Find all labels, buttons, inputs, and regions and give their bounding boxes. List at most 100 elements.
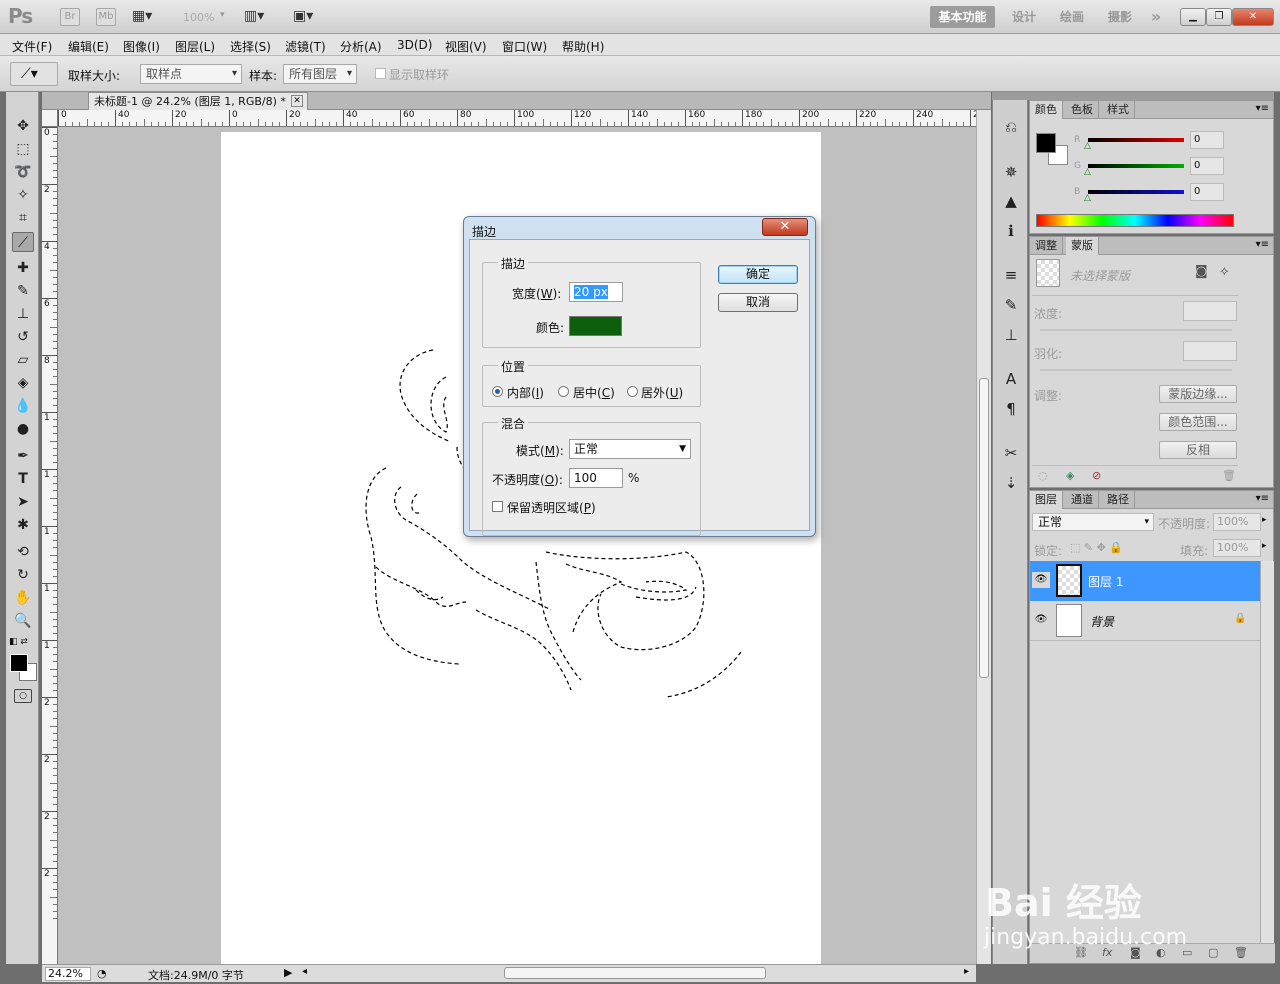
layer-row[interactable]: 👁 图层 1 [1030, 561, 1260, 601]
arrange-documents-icon[interactable]: ▥▾ [244, 8, 264, 24]
lasso-tool-icon[interactable]: ➰ [12, 162, 34, 182]
custom-shape-tool-icon[interactable]: ✱ [12, 515, 34, 535]
zoom-tool-icon[interactable]: 🔍 [12, 611, 34, 631]
horizontal-ruler[interactable]: 0402002040608010012014016018020022024026 [58, 110, 978, 127]
vertical-scroll-thumb[interactable] [979, 378, 989, 678]
scroll-right-icon[interactable]: ▸ [964, 966, 969, 977]
tool-presets-icon[interactable]: ✂ [1000, 442, 1022, 464]
layer-visibility-icon[interactable]: 👁 [1032, 612, 1050, 628]
stroke-color-swatch[interactable] [569, 316, 622, 336]
mask-edge-button[interactable]: 蒙版边缘... [1159, 385, 1237, 403]
menu-window[interactable]: 窗口(W) [502, 38, 547, 55]
blue-value-field[interactable]: 0 [1190, 183, 1224, 201]
disable-mask-icon[interactable]: ⊘ [1092, 469, 1101, 482]
status-cycle-icon[interactable]: ◔ [97, 967, 107, 980]
layer-visibility-icon[interactable]: 👁 [1032, 572, 1050, 588]
info-panel-icon[interactable]: ℹ [1000, 220, 1022, 242]
tab-adjustments[interactable]: 调整 [1030, 237, 1063, 255]
zoom-dropdown-icon[interactable]: ▾ [220, 10, 225, 20]
brush-panel-icon[interactable]: ✎ [1000, 294, 1022, 316]
layer-name[interactable]: 背景 [1090, 613, 1114, 630]
menu-filter[interactable]: 滤镜(T) [285, 38, 326, 55]
density-slider[interactable] [1040, 329, 1232, 331]
close-window-button[interactable]: ✕ [1232, 8, 1274, 26]
close-document-icon[interactable]: ✕ [291, 95, 303, 107]
history-panel-icon[interactable]: ⎌ [1000, 116, 1022, 138]
foreground-color-swatch[interactable] [10, 654, 28, 672]
position-inside-label[interactable]: 内部(I) [507, 384, 544, 401]
blur-tool-icon[interactable]: 💧 [12, 396, 34, 416]
color-spectrum-ramp[interactable] [1036, 214, 1234, 227]
cancel-button[interactable]: 取消 [718, 293, 798, 312]
menu-3d[interactable]: 3D(D) [397, 38, 432, 52]
eyedropper-tool-icon[interactable]: ⟋ [12, 232, 34, 252]
default-colors-icon[interactable]: ◧ ⇄ [9, 637, 28, 647]
character-panel-icon[interactable]: A [1000, 368, 1022, 390]
show-sampling-ring-checkbox[interactable] [375, 68, 386, 79]
zoom-level-select[interactable]: 100% [183, 11, 214, 24]
history-brush-tool-icon[interactable]: ↺ [12, 327, 34, 347]
blend-mode-select[interactable]: 正常 ▾ [1032, 513, 1154, 531]
view-extras-icon[interactable]: ▦▾ [132, 8, 152, 24]
scroll-left-icon[interactable]: ◂ [302, 966, 307, 977]
lock-icons[interactable]: ⬚ ✎ ✥ 🔒 [1070, 541, 1123, 554]
red-value-field[interactable]: 0 [1190, 131, 1224, 149]
apply-mask-icon[interactable]: ◈ [1066, 469, 1074, 482]
opacity-input[interactable]: 100 [569, 468, 623, 488]
type-tool-icon[interactable]: T [12, 469, 34, 489]
clone-stamp-tool-icon[interactable]: ⊥ [12, 304, 34, 324]
tab-layers[interactable]: 图层 [1030, 491, 1063, 509]
masks-panel-menu-icon[interactable]: ▾≡ [1256, 239, 1269, 250]
preserve-transparency-checkbox[interactable] [492, 501, 503, 512]
layer-opacity-field[interactable]: 100% [1213, 513, 1261, 531]
eraser-tool-icon[interactable]: ▱ [12, 350, 34, 370]
sample-size-select[interactable]: 取样点 [140, 64, 242, 84]
feather-field[interactable] [1183, 341, 1237, 361]
workspace-photography[interactable]: 摄影 [1102, 6, 1138, 28]
tab-styles[interactable]: 样式 [1102, 101, 1135, 119]
vertical-scrollbar[interactable] [976, 110, 991, 964]
tab-channels[interactable]: 通道 [1066, 491, 1099, 509]
pen-tool-icon[interactable]: ✒ [12, 446, 34, 466]
invert-button[interactable]: 反相 [1159, 441, 1237, 459]
dialog-close-button[interactable]: ✕ [762, 218, 808, 236]
workspace-design[interactable]: 设计 [1006, 6, 1042, 28]
vertical-ruler[interactable]: 0 2 4 6 8 1 1 1 1 1 2 2 2 2 [42, 127, 58, 964]
menu-help[interactable]: 帮助(H) [562, 38, 604, 55]
tool-preset-picker[interactable]: ⟋▾ [10, 62, 58, 86]
color-panel-foreground-swatch[interactable] [1036, 133, 1056, 153]
bridge-button[interactable]: Br [60, 8, 80, 26]
menu-edit[interactable]: 编辑(E) [68, 38, 109, 55]
crop-tool-icon[interactable]: ⌗ [12, 208, 34, 228]
delete-layer-icon[interactable]: 🗑 [1234, 946, 1248, 959]
quick-selection-tool-icon[interactable]: ✧ [12, 185, 34, 205]
fill-slider-icon[interactable]: ▸ [1262, 541, 1267, 551]
brush-tool-icon[interactable]: ✎ [12, 281, 34, 301]
clone-source-icon[interactable]: ⊥ [1000, 324, 1022, 346]
menu-select[interactable]: 选择(S) [230, 38, 271, 55]
blue-slider-track[interactable] [1088, 190, 1184, 194]
tab-masks[interactable]: 蒙版 [1066, 237, 1099, 255]
new-layer-icon[interactable]: ▢ [1208, 946, 1218, 959]
tab-paths[interactable]: 路径 [1102, 491, 1135, 509]
workspace-essentials[interactable]: 基本功能 [930, 6, 995, 28]
red-slider-handle-icon[interactable]: △ [1084, 141, 1091, 151]
brush-presets-icon[interactable]: ≡ [1000, 264, 1022, 286]
feather-slider[interactable] [1040, 369, 1232, 371]
menu-analysis[interactable]: 分析(A) [340, 38, 382, 55]
mini-bridge-button[interactable]: Mb [96, 8, 116, 26]
color-range-button[interactable]: 颜色范围... [1159, 413, 1237, 431]
menu-image[interactable]: 图像(I) [123, 38, 160, 55]
position-outside-label[interactable]: 居外(U) [641, 384, 683, 401]
position-center-label[interactable]: 居中(C) [573, 384, 615, 401]
healing-brush-tool-icon[interactable]: ✚ [12, 258, 34, 278]
green-value-field[interactable]: 0 [1190, 157, 1224, 175]
layer-fill-field[interactable]: 100% [1213, 539, 1261, 557]
dodge-tool-icon[interactable]: ● [12, 419, 34, 439]
quick-mask-icon[interactable]: ○ [14, 689, 32, 703]
load-selection-icon[interactable]: ◌ [1038, 469, 1048, 482]
navigator-panel-icon[interactable]: ✵ [1000, 161, 1022, 183]
move-tool-icon[interactable]: ✥ [12, 116, 34, 136]
ok-button[interactable]: 确定 [718, 265, 798, 284]
paint-bucket-tool-icon[interactable]: ◈ [12, 373, 34, 393]
